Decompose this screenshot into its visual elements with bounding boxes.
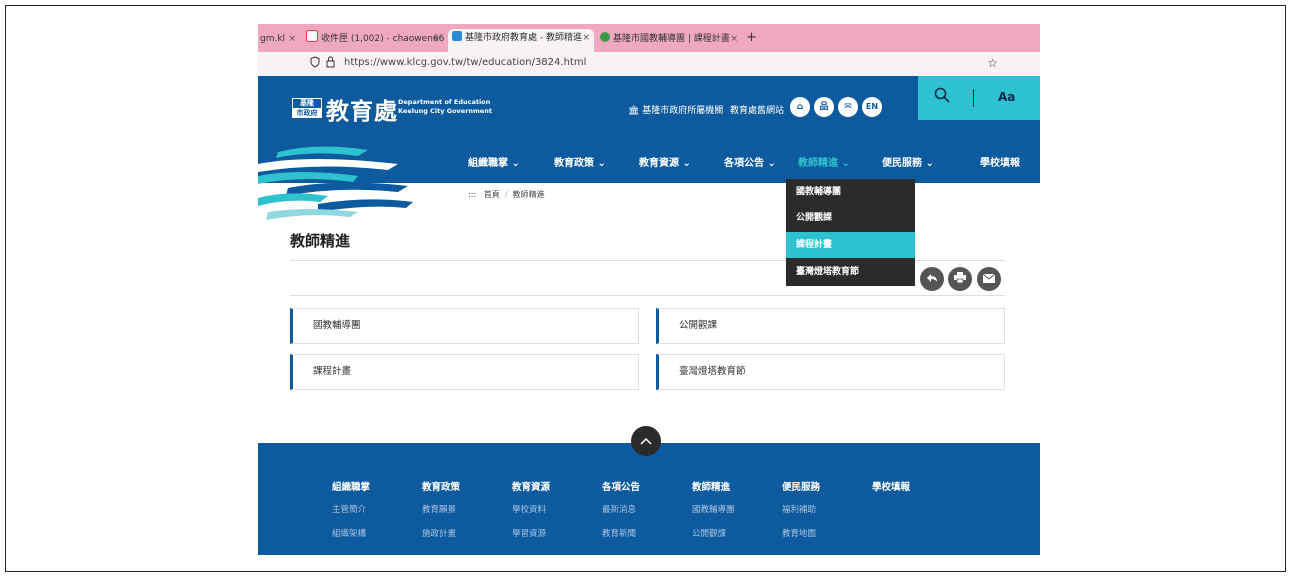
dropdown-item-open-class[interactable]: 公開觀課 (786, 205, 915, 231)
footer-link[interactable]: 學習資源 (512, 527, 546, 539)
print-icon[interactable] (948, 267, 972, 291)
logo-sub-line: Department of Education (398, 98, 491, 106)
url-field[interactable]: https://www.klcg.gov.tw/tw/education/382… (344, 57, 586, 68)
dropdown-item-lighthouse-festival[interactable]: 臺灣燈塔教育節 (786, 259, 915, 285)
shield-lock-icon[interactable] (310, 56, 338, 71)
gmail-icon (306, 30, 318, 42)
nav-item-services[interactable]: 便民服務 ⌄ (882, 154, 934, 169)
card-link-curriculum-plan[interactable]: 課程計畫 (290, 354, 639, 390)
wave-decoration (258, 146, 413, 220)
browser-tab[interactable]: gm.kl × (258, 30, 300, 50)
english-icon[interactable]: EN (862, 97, 882, 117)
footer-heading[interactable]: 學校填報 (872, 479, 910, 493)
divider (290, 295, 1005, 296)
footer-link[interactable]: 教育新聞 (602, 527, 636, 539)
footer-heading[interactable]: 教師精進 (692, 479, 730, 493)
mail-icon[interactable]: ✉ (838, 97, 858, 117)
tab-label: 基隆市政府教育處 - 教師精進 (465, 33, 582, 43)
tab-close-icon[interactable]: × (432, 30, 440, 48)
footer-heading[interactable]: 組織職掌 (332, 479, 370, 493)
browser-window: gm.kl × 收件匣 (1,002) - chaowen6618 × 基隆市政… (258, 24, 1040, 555)
site-logo-subtitle: Department of Education Keelung City Gov… (398, 98, 492, 116)
new-tab-icon[interactable]: + (746, 30, 757, 45)
home-icon[interactable]: ⌂ (790, 97, 810, 117)
footer-heading[interactable]: 便民服務 (782, 479, 820, 493)
breadcrumb: ::: 首頁 / 教師精進 (468, 189, 545, 200)
sitemap-icon[interactable]: 品 (814, 97, 834, 117)
breadcrumb-separator: / (504, 190, 508, 199)
tab-close-icon[interactable]: × (730, 30, 738, 48)
site-footer: 組織職掌 主管簡介 組織架構 教育政策 教育願景 施政計畫 教育資源 學校資料 … (258, 443, 1040, 555)
nav-item-resources[interactable]: 教育資源 ⌄ (639, 154, 691, 169)
footer-link[interactable]: 福利補助 (782, 503, 816, 515)
footer-link[interactable]: 學校資料 (512, 503, 546, 515)
search-icon[interactable] (934, 87, 950, 108)
bookmark-star-icon[interactable]: ☆ (987, 56, 998, 70)
tab-label: 收件匣 (1,002) - chaowen6618 (321, 34, 444, 44)
footer-link[interactable]: 最新消息 (602, 503, 636, 515)
nav-item-school-report[interactable]: 學校填報 (980, 154, 1020, 169)
tab-close-icon[interactable]: × (582, 29, 590, 47)
dropdown-item-counseling-team[interactable]: 國教輔導團 (786, 179, 915, 205)
footer-link[interactable]: 公開觀課 (692, 527, 726, 539)
card-link-open-class[interactable]: 公開觀課 (656, 308, 1005, 344)
logo-sub-line: Keelung City Government (398, 107, 492, 115)
browser-tab[interactable]: 基隆市國教輔導團 | 課程計畫 × (596, 30, 742, 50)
footer-link[interactable]: 教育願景 (422, 503, 456, 515)
breadcrumb-current: 教師精進 (512, 190, 545, 199)
nav-item-announcements[interactable]: 各項公告 ⌄ (724, 154, 776, 169)
breadcrumb-marker: ::: (468, 190, 477, 199)
dropdown-item-curriculum-plan[interactable]: 課程計畫 (786, 232, 915, 258)
browser-tab-gmail[interactable]: 收件匣 (1,002) - chaowen6618 × (302, 30, 444, 50)
divider (973, 89, 974, 107)
address-bar: https://www.klcg.gov.tw/tw/education/382… (258, 52, 1040, 77)
site-header: 基隆 市政府 教育處 Department of Education Keelu… (258, 76, 1040, 137)
nav-item-policy[interactable]: 教育政策 ⌄ (554, 154, 606, 169)
browser-tab-active[interactable]: 基隆市政府教育處 - 教師精進 × (448, 29, 594, 52)
old-site-link[interactable]: 教育處舊網站 (730, 103, 784, 116)
card-link-counseling-team[interactable]: 國教輔導團 (290, 308, 639, 344)
tab-label: gm.kl (260, 34, 286, 44)
footer-heading[interactable]: 教育政策 (422, 479, 460, 493)
footer-link[interactable]: 國教輔導團 (692, 503, 735, 515)
teacher-development-dropdown: 國教輔導團 公開觀課 課程計畫 臺灣燈塔教育節 (786, 179, 915, 286)
card-link-lighthouse-festival[interactable]: 臺灣燈塔教育節 (656, 354, 1005, 390)
footer-link[interactable]: 教育地圖 (782, 527, 816, 539)
email-share-icon[interactable] (977, 267, 1001, 291)
badge-bottom: 市政府 (296, 109, 318, 117)
gov-agencies-link[interactable]: 🏛 基隆市政府所屬機關 (628, 103, 723, 116)
footer-link[interactable]: 主管簡介 (332, 503, 366, 515)
font-size-button[interactable]: Aa (998, 90, 1015, 104)
breadcrumb-home[interactable]: 首頁 (484, 190, 500, 199)
header-tools: Aa (918, 76, 1040, 120)
tab-label: 基隆市國教輔導團 | 課程計畫 (613, 34, 730, 44)
city-logo-badge[interactable]: 基隆 市政府 (292, 98, 322, 118)
badge-top: 基隆 (292, 98, 322, 109)
footer-heading[interactable]: 教育資源 (512, 479, 550, 493)
footer-link[interactable]: 施政計畫 (422, 527, 456, 539)
site-favicon-icon (600, 32, 610, 42)
nav-item-organization[interactable]: 組織職掌 ⌄ (468, 154, 520, 169)
footer-link[interactable]: 組織架構 (332, 527, 366, 539)
tab-close-icon[interactable]: × (288, 30, 296, 48)
site-logo-title[interactable]: 教育處 (326, 92, 398, 126)
nav-item-teacher-development[interactable]: 教師精進 ⌄ (798, 154, 850, 169)
page-title: 教師精進 (290, 232, 351, 250)
footer-heading[interactable]: 各項公告 (602, 479, 640, 493)
browser-tab-bar: gm.kl × 收件匣 (1,002) - chaowen6618 × 基隆市政… (258, 24, 1040, 52)
gov-link-label: 基隆市政府所屬機關 (642, 106, 724, 116)
scroll-to-top-button[interactable] (631, 426, 661, 456)
chevron-up-icon (640, 437, 652, 445)
back-icon[interactable] (920, 267, 944, 291)
site-favicon-icon (452, 31, 462, 41)
